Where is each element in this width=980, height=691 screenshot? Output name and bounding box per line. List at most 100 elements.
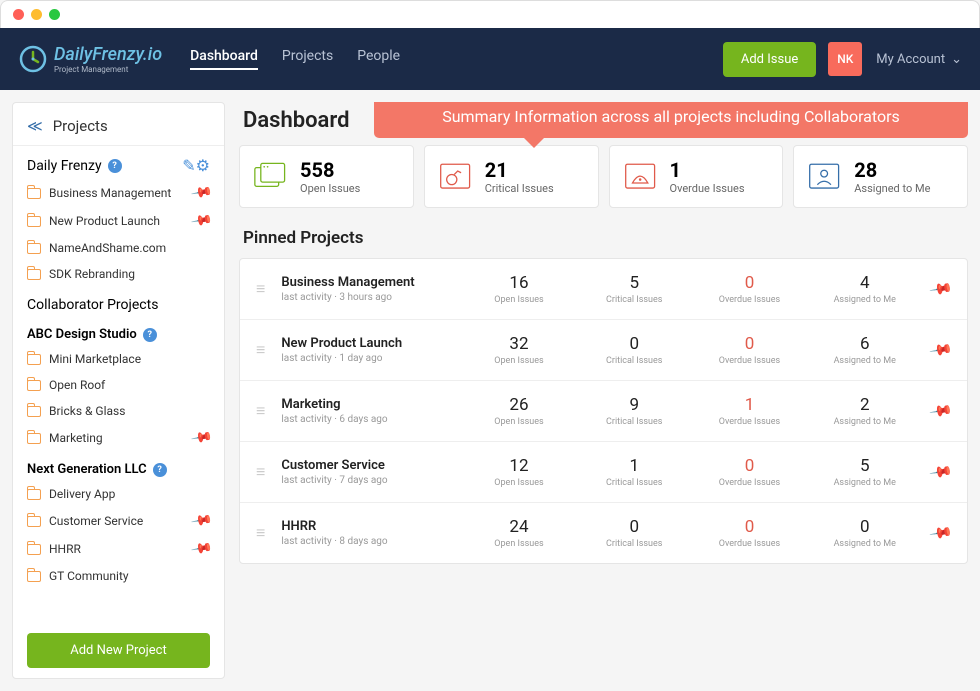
sidebar-item-project[interactable]: HHRR 📌 (13, 535, 224, 563)
folder-icon (27, 406, 41, 417)
my-account-menu[interactable]: My Account ⌄ (876, 52, 962, 67)
help-icon[interactable]: ? (153, 463, 167, 477)
pin-icon[interactable]: 📌 (929, 337, 955, 362)
add-project-button[interactable]: Add New Project (27, 633, 210, 668)
stat-label: Open Issues (300, 182, 360, 195)
minimize-window-dot[interactable] (31, 9, 42, 20)
pin-icon[interactable]: 📌 (190, 537, 213, 560)
sidebar-item-project[interactable]: Marketing 📌 (13, 424, 224, 452)
drag-handle-icon[interactable]: ≡ (256, 340, 265, 360)
stat-assigned-to-me[interactable]: 28Assigned to Me (793, 145, 968, 208)
project-name: HHRR (49, 542, 81, 556)
metric-2: 0Overdue Issues (692, 456, 807, 488)
project-name: Marketing (49, 431, 103, 445)
metric-1: 9Critical Issues (577, 395, 692, 427)
sidebar-org-name: Daily Frenzy (27, 158, 102, 174)
pin-icon[interactable]: 📌 (190, 426, 213, 449)
sidebar-item-project[interactable]: Open Roof (13, 372, 224, 398)
sidebar-org[interactable]: Daily Frenzy ? ✎⚙ (13, 146, 224, 179)
sidebar-item-project[interactable]: NameAndShame.com (13, 235, 224, 261)
help-icon[interactable]: ? (143, 328, 157, 342)
metric-0: 26Open Issues (461, 395, 576, 427)
metric-3: 4Assigned to Me (807, 273, 922, 305)
metric-value: 2 (807, 395, 922, 415)
folder-icon (27, 544, 41, 555)
folder-icon (27, 188, 41, 199)
drag-handle-icon[interactable]: ≡ (256, 462, 265, 482)
collab-group-name: Next Generation LLC (27, 462, 147, 477)
metric-0: 16Open Issues (461, 273, 576, 305)
metric-value: 0 (807, 517, 922, 537)
sidebar-item-project[interactable]: Business Management📌 (13, 179, 224, 207)
pin-icon[interactable]: 📌 (190, 509, 213, 532)
drag-handle-icon[interactable]: ≡ (256, 401, 265, 421)
drag-handle-icon[interactable]: ≡ (256, 279, 265, 299)
project-name: Marketing (281, 397, 461, 412)
project-name: NameAndShame.com (49, 241, 166, 255)
project-row[interactable]: ≡HHRRlast activity · 8 days ago24Open Is… (240, 503, 967, 563)
sidebar-item-project[interactable]: SDK Rebranding (13, 261, 224, 287)
stat-value: 558 (300, 158, 360, 182)
pin-icon[interactable]: 📌 (190, 181, 213, 204)
stat-overdue-issues[interactable]: 1Overdue Issues (609, 145, 784, 208)
metric-label: Assigned to Me (807, 417, 922, 427)
nav-people[interactable]: People (357, 48, 400, 70)
collab-group-header[interactable]: ABC Design Studio ? (13, 317, 224, 346)
metric-value: 26 (461, 395, 576, 415)
metric-3: 2 Assigned to Me (807, 395, 922, 427)
bomb-icon (439, 162, 473, 192)
collab-group-header[interactable]: Next Generation LLC ? (13, 452, 224, 481)
project-row[interactable]: ≡ Business Managementlast activity · 3 ho… (240, 259, 967, 320)
pin-icon[interactable]: 📌 (929, 520, 955, 545)
project-name: New Product Launch (281, 336, 461, 351)
stat-critical-issues[interactable]: 21Critical Issues (424, 145, 599, 208)
nav-projects[interactable]: Projects (282, 48, 333, 70)
sidebar-item-project[interactable]: Customer Service📌 (13, 507, 224, 535)
pinned-title: Pinned Projects (243, 228, 968, 248)
metric-value: 0 (692, 273, 807, 293)
folder-icon (27, 489, 41, 500)
windows-icon (254, 162, 288, 192)
metric-value: 5 (577, 273, 692, 293)
collapse-icon[interactable]: ≪ (27, 117, 43, 135)
metric-label: Assigned to Me (807, 478, 922, 488)
pin-icon[interactable]: 📌 (190, 209, 213, 232)
metric-value: 32 (461, 334, 576, 354)
metric-2: 0Overdue Issues (692, 517, 807, 549)
close-window-dot[interactable] (13, 9, 24, 20)
my-account-label: My Account (876, 52, 945, 67)
add-issue-button[interactable]: Add Issue (723, 42, 816, 77)
project-info: Business Managementlast activity · 3 hou… (281, 275, 461, 303)
drag-handle-icon[interactable]: ≡ (256, 523, 265, 543)
maximize-window-dot[interactable] (49, 9, 60, 20)
tooltip-callout: Summary Information across all projects … (374, 102, 968, 138)
sidebar-item-project[interactable]: Mini Marketplace (13, 346, 224, 372)
project-row[interactable]: ≡Customer Servicelast activity · 7 days … (240, 442, 967, 503)
overdue-icon (624, 162, 658, 192)
sidebar-title: Projects (53, 117, 108, 135)
pin-icon[interactable]: 📌 (929, 398, 955, 423)
metric-value: 16 (461, 273, 576, 293)
sidebar-item-project[interactable]: Bricks & Glass (13, 398, 224, 424)
metric-label: Overdue Issues (692, 295, 807, 305)
nav-dashboard[interactable]: Dashboard (190, 48, 258, 70)
metric-value: 6 (807, 334, 922, 354)
metric-1: 1Critical Issues (577, 456, 692, 488)
metric-label: Assigned to Me (807, 539, 922, 549)
stat-open-issues[interactable]: 558Open Issues (239, 145, 414, 208)
pin-icon[interactable]: 📌 (929, 276, 955, 301)
metric-1: 0Critical Issues (577, 517, 692, 549)
pin-icon[interactable]: 📌 (929, 459, 955, 484)
help-icon[interactable]: ? (108, 159, 122, 173)
settings-icon[interactable]: ✎⚙ (182, 156, 210, 175)
folder-icon (27, 380, 41, 391)
project-name: New Product Launch (49, 214, 160, 228)
sidebar-item-project[interactable]: Delivery App (13, 481, 224, 507)
project-row[interactable]: ≡New Product Launchlast activity · 1 day… (240, 320, 967, 381)
sidebar-item-project[interactable]: GT Community (13, 563, 224, 589)
project-row[interactable]: ≡Marketinglast activity · 6 days ago26Op… (240, 381, 967, 442)
sidebar-header: ≪ Projects (13, 113, 224, 146)
user-avatar[interactable]: NK (828, 42, 862, 76)
sidebar-item-project[interactable]: New Product Launch 📌 (13, 207, 224, 235)
brand-logo[interactable]: DailyFrenzy.ioProject Management (18, 44, 162, 74)
